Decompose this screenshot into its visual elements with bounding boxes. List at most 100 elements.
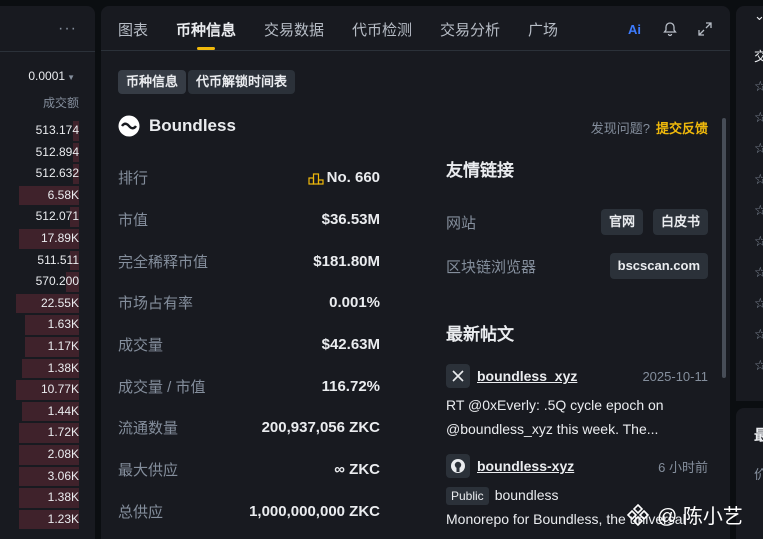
expand-icon[interactable] [697,21,713,37]
turnover-value: 513.174 [35,123,79,137]
github-icon [446,454,470,478]
main-tabs: 图表 币种信息 交易数据 代币检测 交易分析 广场 Ai [101,6,730,51]
boundless-logo-icon [118,115,140,137]
orderbook-row[interactable]: 511.511 [0,250,95,272]
star-icon[interactable]: ☆ [754,171,763,188]
chevron-down-icon[interactable]: ⌄ [754,8,763,24]
star-icon[interactable]: ☆ [754,233,763,250]
stat-value: No. 660 [308,169,380,186]
post-header: boundless-xyz 6 小时前 [446,453,708,479]
star-icon[interactable]: ☆ [754,326,763,343]
public-badge: Public [446,487,489,505]
star-icon[interactable]: ☆ [754,78,763,95]
orderbook-row[interactable]: 2.08K [0,444,95,466]
turnover-value: 1.44K [47,403,79,418]
links-section-title: 友情链接 [446,161,514,180]
star-icon[interactable]: ☆ [754,295,763,312]
coin-stats: 排行 No. 660 市值 $36.53M 完全稀释市值 $181.80M 市场… [118,157,380,532]
submit-feedback-link[interactable]: 提交反馈 [656,121,708,136]
stat-volume-to-mcap: 成交量 / 市值 116.72% [118,365,380,407]
stat-max-supply: 最大供应 ∞ ZKC [118,449,380,491]
right-panel-title: 最 [754,427,763,444]
orderbook-row[interactable]: 1.72K [0,422,95,444]
stat-label: 排行 [118,170,149,188]
website-row: 网站 官网 白皮书 [446,200,708,244]
ai-icon[interactable]: Ai [627,21,643,37]
column-header-turnover: 成交额 [42,96,79,110]
post-author-link[interactable]: boundless-xyz [477,458,574,474]
stat-total-supply: 总供应 1,000,000,000 ZKC [118,491,380,533]
x-icon [446,364,470,388]
binance-logo-icon [626,503,650,526]
orderbook-row[interactable]: 1.17K [0,336,95,358]
turnover-value: 1.38K [47,360,79,375]
orderbook-row[interactable]: 6.58K [0,185,95,207]
turnover-value: 1.23K [47,511,79,526]
chevron-down-icon: ▼ [67,73,75,82]
stat-label: 成交量 / 市值 [118,378,206,396]
orderbook-row[interactable]: 1.44K [0,401,95,423]
tab-trade-data[interactable]: 交易数据 [264,19,324,40]
explorer-row: 区块链浏览器 bscscan.com [446,244,708,288]
subtab-unlock-schedule[interactable]: 代币解锁时间表 [188,70,296,94]
stat-label: 完全稀释市值 [118,253,209,271]
post-author-link[interactable]: boundless_xyz [477,368,577,384]
scrollbar-thumb[interactable] [722,118,726,378]
turnover-value: 1.72K [47,425,79,440]
svg-text:Ai: Ai [628,22,641,37]
tab-chart[interactable]: 图表 [118,19,148,40]
orderbook-row[interactable]: 17.89K [0,228,95,250]
stat-value: 1,000,000,000 ZKC [249,502,380,520]
tick-size-value: 0.0001 [28,69,66,83]
turnover-value: 22.55K [40,295,79,310]
stat-value: $181.80M [313,252,380,270]
star-icon[interactable]: ☆ [754,264,763,281]
turnover-value: 10.77K [40,382,79,397]
star-icon[interactable]: ☆ [754,140,763,157]
turnover-value: 17.89K [40,230,79,245]
star-icon[interactable]: ☆ [754,357,763,374]
stat-label: 市场占有率 [118,295,194,313]
orderbook-row[interactable]: 512.632 [0,163,95,185]
orderbook-row[interactable]: 1.63K [0,314,95,336]
orderbook-row[interactable]: 1.23K [0,509,95,531]
explorer-label: 区块链浏览器 [446,258,537,276]
tab-square[interactable]: 广场 [528,19,558,40]
feedback-question: 发现问题? [590,121,650,136]
official-site-button[interactable]: 官网 [600,209,643,235]
coin-header: Boundless [118,114,236,138]
whitepaper-button[interactable]: 白皮书 [652,209,708,235]
orderbook-row[interactable]: 512.894 [0,142,95,164]
orderbook-row[interactable]: 513.174 [0,120,95,142]
turnover-value: 3.06K [47,468,79,483]
repo-name: boundless [494,487,559,503]
star-icon[interactable]: ☆ [754,202,763,219]
orderbook-row[interactable]: 3.06K [0,466,95,488]
bscscan-button[interactable]: bscscan.com [609,253,708,279]
more-options-icon[interactable]: ··· [58,20,77,38]
stat-value: ∞ ZKC [334,461,380,479]
tab-coin-info[interactable]: 币种信息 [176,19,236,40]
orderbook-row[interactable]: 1.38K [0,358,95,380]
stat-label: 总供应 [118,503,164,521]
turnover-value: 570.200 [35,274,79,289]
stat-label: 成交量 [118,337,164,355]
orderbook-row[interactable]: 512.071 [0,206,95,228]
website-label: 网站 [446,214,477,232]
tick-size-select[interactable]: 0.0001 ▼ [28,69,75,83]
orderbook-row[interactable]: 22.55K [0,293,95,315]
orderbook-row[interactable]: 10.77K [0,379,95,401]
stat-rank: 排行 No. 660 [118,157,380,199]
orderbook-row[interactable]: 570.200 [0,271,95,293]
stat-circulating-supply: 流通数量 200,937,056 ZKC [118,407,380,449]
bell-icon[interactable] [662,21,678,37]
stat-label: 流通数量 [118,420,179,438]
subtab-coin-info[interactable]: 币种信息 [118,70,187,94]
tab-token-check[interactable]: 代币检测 [352,19,412,40]
orderbook-row[interactable]: 1.38K [0,487,95,509]
star-icon[interactable]: ☆ [754,109,763,126]
tab-trade-analysis[interactable]: 交易分析 [440,19,500,40]
turnover-value: 512.071 [35,209,79,224]
watermark: @ 陈小艺 [625,500,743,529]
post-item[interactable]: boundless_xyz 2025-10-11 RT @0xEverly: .… [446,363,708,441]
